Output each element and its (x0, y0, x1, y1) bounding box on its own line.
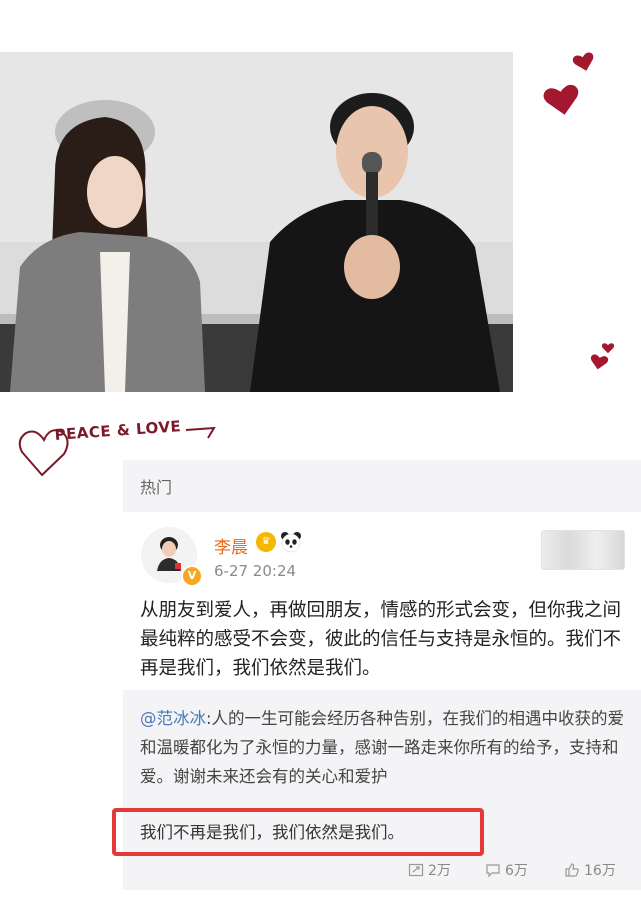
crown-icon: ♛ (256, 532, 276, 552)
repost-count: 2万 (428, 863, 451, 879)
heart-icon (543, 84, 579, 115)
like-count: 16万 (584, 863, 616, 879)
section-hot-label: 热门 (140, 478, 173, 497)
heart-icon (590, 354, 609, 370)
comment-count: 6万 (505, 863, 528, 879)
heart-icon (572, 52, 594, 71)
repost-text: @范冰冰:人的一生可能会经历各种告别，在我们的相遇中收获的爱和温暖都化为了永恒的… (140, 704, 630, 791)
follow-button[interactable] (541, 530, 625, 570)
post-photo[interactable] (0, 52, 513, 392)
comment-button[interactable]: 6万 (485, 860, 528, 880)
photo-illustration (0, 52, 513, 392)
post-time: 6-27 20:24 (214, 562, 297, 580)
repost-body: :人的一生可能会经历各种告别，在我们的相遇中收获的爱和温暖都化为了永恒的力量，感… (140, 709, 625, 786)
like-button[interactable]: 16万 (564, 860, 616, 880)
mention-link[interactable]: @范冰冰 (140, 709, 206, 728)
repost-button[interactable]: 2万 (408, 860, 451, 880)
author-name[interactable]: 李晨 (214, 533, 248, 558)
thumbs-up-icon (565, 863, 579, 877)
panda-icon (281, 532, 301, 553)
post-content: 从朋友到爱人，再做回朋友，情感的形式会变，但你我之间最纯粹的感受不会变，彼此的信… (140, 600, 622, 679)
highlight-box (112, 808, 484, 856)
verified-badge: V (181, 565, 203, 587)
repost-icon (408, 863, 424, 877)
comment-icon (486, 864, 500, 878)
